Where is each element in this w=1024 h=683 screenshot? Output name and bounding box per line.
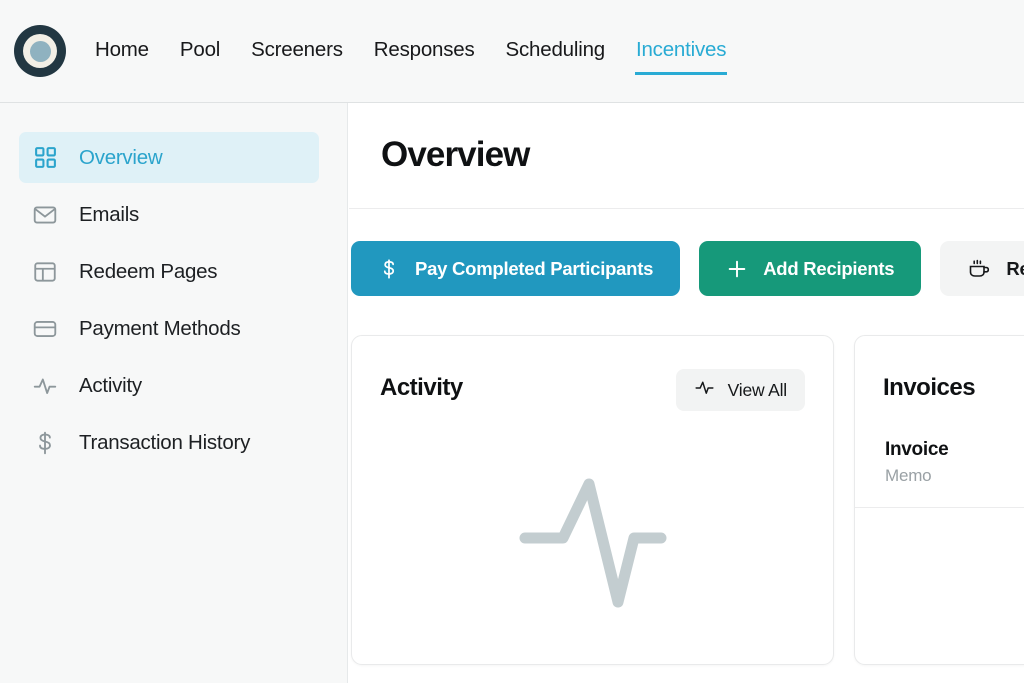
sidebar-item-label-activity: Activity — [79, 373, 142, 397]
grid-icon — [30, 143, 60, 173]
nav-link-scheduling[interactable]: Scheduling — [506, 38, 606, 64]
view-all-button[interactable]: View All — [675, 369, 805, 411]
pay-completed-participants-label: Pay Completed Participants — [415, 257, 654, 279]
logo-inner-ring — [23, 34, 57, 68]
pulse-icon — [694, 377, 715, 403]
sidebar: Overview Emails Redeem Pages Payment Met… — [0, 103, 348, 683]
app-logo[interactable] — [14, 25, 66, 77]
invoices-card: Invoices Invoice Memo — [854, 335, 1024, 665]
nav-link-screeners[interactable]: Screeners — [251, 38, 343, 64]
envelope-icon — [30, 200, 60, 230]
nav-link-pool[interactable]: Pool — [180, 38, 220, 64]
sidebar-item-label-redeem-pages: Redeem Pages — [79, 259, 218, 283]
coffee-cup-icon — [967, 257, 991, 281]
pay-completed-participants-button[interactable]: Pay Completed Participants — [351, 241, 681, 296]
add-recipients-label: Add Recipients — [763, 257, 895, 279]
activity-card-header: Activity View All — [352, 336, 833, 439]
sidebar-item-overview[interactable]: Overview — [19, 132, 319, 183]
page-title: Overview — [381, 135, 530, 174]
dollar-icon — [378, 258, 400, 280]
view-all-label: View All — [727, 379, 788, 400]
nav-links: Home Pool Screeners Responses Scheduling… — [95, 25, 728, 77]
title-divider — [349, 208, 1024, 209]
logo-core — [29, 40, 51, 62]
sidebar-item-label-payment-methods: Payment Methods — [79, 316, 241, 340]
sidebar-item-transaction-history[interactable]: Transaction History — [19, 417, 319, 468]
sidebar-item-label-overview: Overview — [79, 145, 163, 169]
sidebar-item-payment-methods[interactable]: Payment Methods — [19, 303, 319, 354]
nav-link-home[interactable]: Home — [95, 38, 149, 64]
action-button-row: Pay Completed Participants Add Recipient… — [351, 241, 1024, 296]
invoice-row-memo: Memo — [885, 466, 932, 485]
nav-link-incentives[interactable]: Incentives — [634, 38, 728, 75]
sidebar-item-activity[interactable]: Activity — [19, 360, 319, 411]
invoices-card-header: Invoices — [855, 336, 1024, 439]
sidebar-item-label-emails: Emails — [79, 202, 140, 226]
plus-icon — [726, 258, 748, 280]
record-external-button[interactable]: Record Ext — [940, 241, 1024, 296]
activity-card-title: Activity — [380, 373, 463, 401]
invoice-row-title: Invoice — [885, 439, 949, 460]
layout-icon — [30, 257, 60, 287]
invoice-list-item[interactable]: Invoice Memo — [855, 439, 1024, 486]
sidebar-item-label-transaction-history: Transaction History — [79, 430, 251, 454]
pulse-icon — [30, 371, 60, 401]
nav-link-responses[interactable]: Responses — [374, 38, 475, 64]
sidebar-item-emails[interactable]: Emails — [19, 189, 319, 240]
top-navigation-bar: Home Pool Screeners Responses Scheduling… — [0, 0, 1024, 103]
record-external-label: Record Ext — [1006, 257, 1024, 279]
sidebar-item-redeem-pages[interactable]: Redeem Pages — [19, 246, 319, 297]
invoice-row-divider — [855, 507, 1024, 508]
credit-card-icon — [30, 314, 60, 344]
invoices-card-title: Invoices — [883, 373, 976, 401]
pulse-illustration — [352, 476, 833, 612]
main-content: Overview Pay Completed Participants Add … — [349, 103, 1024, 683]
activity-card: Activity View All — [351, 335, 834, 665]
add-recipients-button[interactable]: Add Recipients — [699, 241, 922, 296]
dollar-icon — [30, 428, 60, 458]
